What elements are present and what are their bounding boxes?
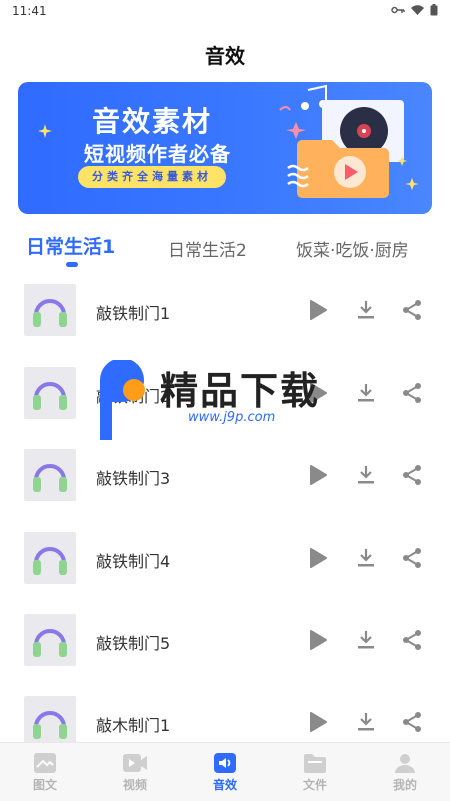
- person-icon: [395, 753, 415, 773]
- download-icon[interactable]: [352, 708, 380, 736]
- play-icon[interactable]: [304, 296, 332, 324]
- play-icon[interactable]: [304, 544, 332, 572]
- sound-title: 敲铁制门1: [96, 304, 171, 323]
- tab-food-kitchen[interactable]: 饭菜·吃饭·厨房: [296, 236, 409, 261]
- status-time: 11:41: [12, 4, 47, 18]
- play-icon[interactable]: [304, 461, 332, 489]
- headphone-icon: [24, 367, 76, 419]
- sound-title: 敲铁制门3: [96, 469, 171, 488]
- tab-daily-life-2[interactable]: 日常生活2: [168, 236, 247, 261]
- battery-icon: [430, 3, 438, 19]
- list-item[interactable]: 敲铁制门3: [0, 437, 450, 519]
- list-item[interactable]: 敲铁制门2: [0, 355, 450, 437]
- download-icon[interactable]: [352, 461, 380, 489]
- nav-video[interactable]: 视频: [90, 743, 180, 801]
- download-icon[interactable]: [352, 626, 380, 654]
- nav-files[interactable]: 文件: [270, 743, 360, 801]
- download-icon[interactable]: [352, 296, 380, 324]
- sound-title: 敲木制门1: [96, 716, 171, 735]
- list-item[interactable]: 敲铁制门5: [0, 602, 450, 684]
- play-icon[interactable]: [304, 708, 332, 736]
- banner-tagline: 分类齐全海量素材: [78, 166, 226, 188]
- play-icon[interactable]: [304, 626, 332, 654]
- headphone-icon: [24, 449, 76, 501]
- tab-indicator: [66, 262, 78, 267]
- folder-icon: [304, 753, 326, 773]
- share-icon[interactable]: [398, 626, 426, 654]
- headphone-icon: [24, 532, 76, 584]
- promo-banner[interactable]: 音效素材 短视频作者必备 分类齐全海量素材: [18, 82, 432, 214]
- share-icon[interactable]: [398, 379, 426, 407]
- list-item[interactable]: 敲铁制门1: [0, 272, 450, 354]
- headphone-icon: [24, 696, 76, 748]
- headphone-icon: [24, 284, 76, 336]
- image-text-icon: [34, 752, 56, 773]
- nav-label: 图文: [32, 777, 57, 792]
- share-icon[interactable]: [398, 544, 426, 572]
- page-title: 音效: [205, 44, 245, 68]
- nav-label: 我的: [392, 777, 417, 792]
- share-icon[interactable]: [398, 461, 426, 489]
- bottom-nav: 图文 视频 音效 文件 我的: [0, 742, 450, 801]
- tab-daily-life-1[interactable]: 日常生活1: [26, 232, 115, 259]
- download-icon[interactable]: [352, 544, 380, 572]
- status-icons: [391, 3, 438, 19]
- nav-image-text[interactable]: 图文: [0, 743, 90, 801]
- banner-title: 音效素材: [92, 105, 213, 138]
- headphone-icon: [24, 614, 76, 666]
- sound-title: 敲铁制门4: [96, 552, 171, 571]
- nav-label: 音效: [212, 777, 237, 792]
- nav-sound[interactable]: 音效: [180, 743, 270, 801]
- sound-title: 敲铁制门2: [96, 387, 171, 406]
- banner-subtitle: 短视频作者必备: [84, 142, 231, 166]
- nav-label: 视频: [122, 777, 147, 792]
- nav-profile[interactable]: 我的: [360, 743, 450, 801]
- wifi-icon: [411, 4, 424, 18]
- sound-title: 敲铁制门5: [96, 634, 171, 653]
- list-item[interactable]: 敲铁制门4: [0, 520, 450, 602]
- status-bar: 11:41: [0, 0, 450, 22]
- nav-label: 文件: [302, 777, 327, 792]
- share-icon[interactable]: [398, 708, 426, 736]
- download-icon[interactable]: [352, 379, 380, 407]
- key-icon: [391, 4, 405, 18]
- play-icon[interactable]: [304, 379, 332, 407]
- share-icon[interactable]: [398, 296, 426, 324]
- sparkle-icon: [38, 124, 52, 138]
- video-icon: [123, 753, 147, 772]
- sound-icon: [214, 752, 236, 773]
- music-illustration-icon: [279, 84, 419, 198]
